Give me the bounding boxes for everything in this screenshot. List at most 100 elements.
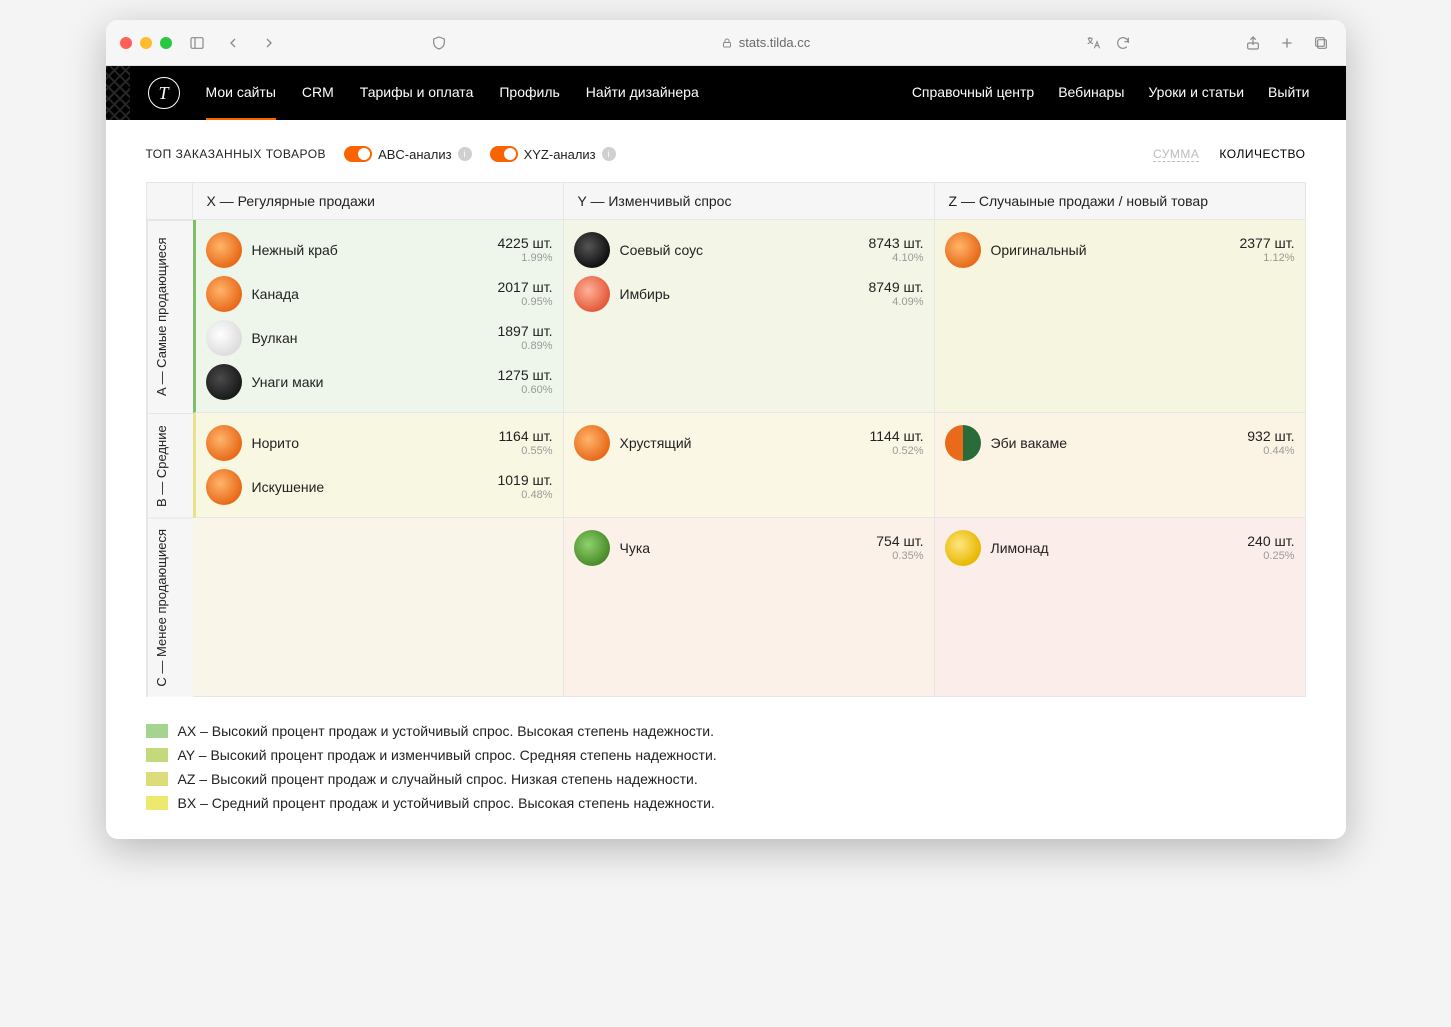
- product-pct: 4.10%: [868, 252, 923, 264]
- nav-articles[interactable]: Уроки и статьи: [1148, 66, 1244, 120]
- product-row[interactable]: Хрустящий1144 шт.0.52%: [574, 421, 924, 465]
- row-head-c: C — Менее продающиеся: [147, 518, 193, 697]
- tab-sum[interactable]: СУММА: [1153, 147, 1199, 162]
- product-qty: 2017 шт.: [497, 280, 552, 295]
- product-qty: 1019 шт.: [497, 473, 552, 488]
- tabs-overview-icon[interactable]: [1310, 32, 1332, 54]
- product-pct: 1.12%: [1239, 252, 1294, 264]
- back-icon[interactable]: [222, 32, 244, 54]
- product-name: Соевый соус: [620, 242, 859, 258]
- product-thumb-icon: [206, 364, 242, 400]
- product-pct: 0.48%: [497, 489, 552, 501]
- product-stats: 8743 шт.4.10%: [868, 236, 923, 263]
- url-text: stats.tilda.cc: [739, 35, 811, 50]
- product-row[interactable]: Соевый соус 8743 шт.4.10%: [574, 228, 924, 272]
- shield-icon[interactable]: [428, 32, 450, 54]
- forward-icon[interactable]: [258, 32, 280, 54]
- nav-crm[interactable]: CRM: [302, 66, 334, 120]
- toggle-switch-icon: [344, 146, 372, 162]
- product-stats: 8749 шт.4.09%: [868, 280, 923, 307]
- product-thumb-icon: [945, 232, 981, 268]
- product-stats: 1275 шт.0.60%: [497, 368, 552, 395]
- product-row[interactable]: Чука 754 шт.0.35%: [574, 526, 924, 570]
- section-title: ТОП ЗАКАЗАННЫХ ТОВАРОВ: [146, 147, 327, 161]
- nav-primary: Мои сайты CRM Тарифы и оплата Профиль На…: [206, 66, 699, 120]
- share-icon[interactable]: [1242, 32, 1264, 54]
- product-pct: 0.44%: [1247, 445, 1294, 457]
- matrix-corner: [147, 183, 193, 220]
- product-thumb-icon: [206, 425, 242, 461]
- metric-switch: СУММА КОЛИЧЕСТВО: [1153, 147, 1305, 162]
- product-name: Чука: [620, 540, 867, 556]
- product-row[interactable]: Оригинальный2377 шт.1.12%: [945, 228, 1295, 272]
- toggle-xyz[interactable]: XYZ-анализ i: [490, 146, 616, 162]
- product-row[interactable]: Нежный краб4225 шт.1.99%: [206, 228, 553, 272]
- info-icon[interactable]: i: [602, 147, 616, 161]
- product-row[interactable]: Канада2017 шт.0.95%: [206, 272, 553, 316]
- new-tab-icon[interactable]: [1276, 32, 1298, 54]
- cell-cy: Чука 754 шт.0.35%: [564, 518, 935, 697]
- product-row[interactable]: Лимонад240 шт.0.25%: [945, 526, 1295, 570]
- product-thumb-icon: [206, 320, 242, 356]
- nav-secondary: Справочный центр Вебинары Уроки и статьи…: [912, 66, 1310, 120]
- close-window-icon[interactable]: [120, 37, 132, 49]
- nav-logout[interactable]: Выйти: [1268, 66, 1309, 120]
- product-qty: 1897 шт.: [497, 324, 552, 339]
- address-bar[interactable]: stats.tilda.cc: [464, 35, 1068, 50]
- product-row[interactable]: Искушение1019 шт.0.48%: [206, 465, 553, 509]
- product-row[interactable]: Имбирь8749 шт.4.09%: [574, 272, 924, 316]
- nav-help[interactable]: Справочный центр: [912, 66, 1034, 120]
- tab-qty[interactable]: КОЛИЧЕСТВО: [1219, 147, 1305, 162]
- product-qty: 8749 шт.: [868, 280, 923, 295]
- toggle-abc-label: ABC-анализ: [378, 147, 452, 162]
- sidebar-toggle-icon[interactable]: [186, 32, 208, 54]
- product-thumb-icon: [206, 232, 242, 268]
- product-stats: 240 шт.0.25%: [1247, 534, 1294, 561]
- legend-text: BX – Средний процент продаж и устойчивый…: [178, 795, 715, 811]
- toggle-xyz-label: XYZ-анализ: [524, 147, 596, 162]
- product-stats: 4225 шт.1.99%: [497, 236, 552, 263]
- product-name: Вулкан: [252, 330, 488, 346]
- site-header: T Мои сайты CRM Тарифы и оплата Профиль …: [106, 66, 1346, 120]
- nav-find-designer[interactable]: Найти дизайнера: [586, 66, 699, 120]
- product-pct: 0.25%: [1247, 550, 1294, 562]
- product-thumb-icon: [574, 530, 610, 566]
- nav-profile[interactable]: Профиль: [499, 66, 559, 120]
- legend-item: AY – Высокий процент продаж и изменчивый…: [146, 747, 1306, 763]
- product-row[interactable]: Эби вакаме932 шт.0.44%: [945, 421, 1295, 465]
- product-row[interactable]: Унаги маки1275 шт.0.60%: [206, 360, 553, 404]
- product-stats: 2377 шт.1.12%: [1239, 236, 1294, 263]
- legend-text: AY – Высокий процент продаж и изменчивый…: [178, 747, 717, 763]
- nav-webinars[interactable]: Вебинары: [1058, 66, 1124, 120]
- col-head-x: X — Регулярные продажи: [193, 183, 564, 220]
- product-thumb-icon: [574, 425, 610, 461]
- product-row[interactable]: Вулкан1897 шт.0.89%: [206, 316, 553, 360]
- product-stats: 754 шт.0.35%: [876, 534, 923, 561]
- row-head-a: A — Самые продающиеся: [147, 220, 193, 413]
- product-qty: 1164 шт.: [499, 429, 553, 444]
- cell-by: Хрустящий1144 шт.0.52%: [564, 413, 935, 518]
- product-thumb-icon: [574, 232, 610, 268]
- cell-cx: [193, 518, 564, 697]
- abc-xyz-matrix: X — Регулярные продажи Y — Изменчивый сп…: [146, 182, 1306, 697]
- cell-ax: Нежный краб4225 шт.1.99%Канада2017 шт.0.…: [193, 220, 564, 413]
- cell-bz: Эби вакаме932 шт.0.44%: [935, 413, 1306, 518]
- nav-my-sites[interactable]: Мои сайты: [206, 66, 276, 120]
- product-thumb-icon: [206, 469, 242, 505]
- lock-icon: [721, 37, 733, 49]
- nav-tariffs[interactable]: Тарифы и оплата: [360, 66, 474, 120]
- product-stats: 1164 шт.0.55%: [499, 429, 553, 456]
- minimize-window-icon[interactable]: [140, 37, 152, 49]
- reload-icon[interactable]: [1112, 32, 1134, 54]
- product-qty: 1275 шт.: [497, 368, 552, 383]
- product-name: Канада: [252, 286, 488, 302]
- info-icon[interactable]: i: [458, 147, 472, 161]
- translate-icon[interactable]: [1082, 32, 1104, 54]
- toggle-abc[interactable]: ABC-анализ i: [344, 146, 472, 162]
- legend-swatch-ay: [146, 748, 168, 762]
- maximize-window-icon[interactable]: [160, 37, 172, 49]
- product-qty: 1144 шт.: [870, 429, 924, 444]
- product-thumb-icon: [945, 425, 981, 461]
- logo[interactable]: T: [148, 77, 180, 109]
- product-row[interactable]: Норито1164 шт.0.55%: [206, 421, 553, 465]
